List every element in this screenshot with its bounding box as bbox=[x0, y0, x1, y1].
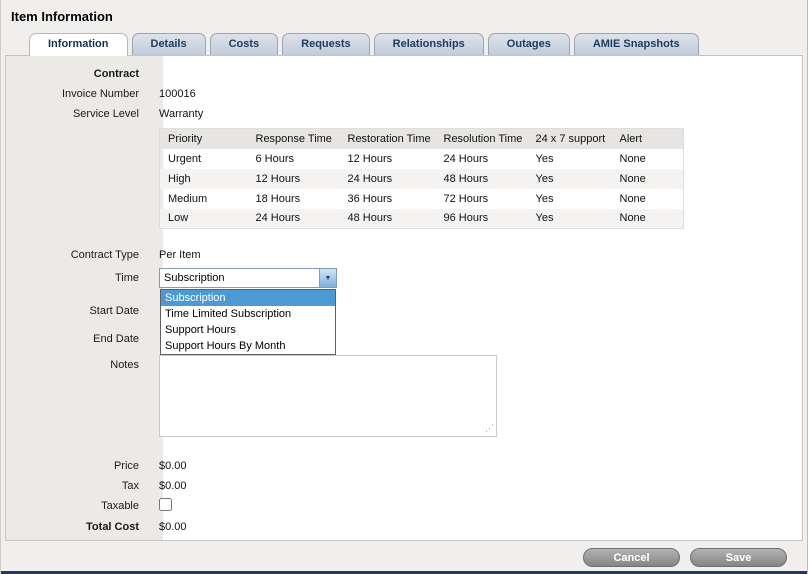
notes-row: Notes ⋰ bbox=[6, 355, 802, 440]
tax-value: $0.00 bbox=[151, 480, 187, 492]
contract-type-label: Contract Type bbox=[6, 249, 151, 261]
item-information-window: Item Information Information Details Cos… bbox=[0, 0, 808, 574]
table-cell: 24 Hours bbox=[248, 209, 340, 229]
content-panel: Contract Invoice Number 100016 Service L… bbox=[5, 55, 803, 541]
table-cell: Yes bbox=[528, 149, 612, 169]
dropdown-option-support-hours-by-month[interactable]: Support Hours By Month bbox=[161, 338, 335, 354]
col-header-restoration-time: Restoration Time bbox=[340, 129, 436, 149]
invoice-number-label: Invoice Number bbox=[6, 88, 151, 100]
tab-amie-snapshots[interactable]: AMIE Snapshots bbox=[574, 33, 699, 55]
service-level-label: Service Level bbox=[6, 108, 151, 120]
time-select-value: Subscription bbox=[160, 272, 319, 284]
tax-label: Tax bbox=[6, 480, 151, 492]
table-cell: 72 Hours bbox=[436, 189, 528, 209]
section-heading-row: Contract bbox=[6, 64, 802, 84]
dropdown-option-support-hours[interactable]: Support Hours bbox=[161, 322, 335, 338]
dropdown-option-time-limited-subscription[interactable]: Time Limited Subscription bbox=[161, 306, 335, 322]
table-cell: Yes bbox=[528, 169, 612, 189]
contract-section-label: Contract bbox=[6, 68, 151, 80]
table-cell: 12 Hours bbox=[248, 169, 340, 189]
contract-type-row: Contract Type Per Item bbox=[6, 245, 802, 265]
table-cell: 36 Hours bbox=[340, 189, 436, 209]
tab-costs[interactable]: Costs bbox=[210, 33, 279, 55]
invoice-number-value: 100016 bbox=[151, 88, 196, 100]
taxable-row: Taxable bbox=[6, 496, 802, 516]
dropdown-option-subscription[interactable]: Subscription bbox=[161, 290, 335, 306]
total-cost-label: Total Cost bbox=[6, 521, 151, 533]
table-cell: None bbox=[612, 149, 684, 169]
time-label: Time bbox=[6, 272, 151, 284]
table-cell: None bbox=[612, 189, 684, 209]
time-row: Time Subscription ▼ Subscription Time Li… bbox=[6, 267, 802, 289]
notes-label: Notes bbox=[6, 355, 151, 371]
col-header-response-time: Response Time bbox=[248, 129, 340, 149]
notes-textarea[interactable] bbox=[159, 355, 497, 437]
table-cell: 24 Hours bbox=[436, 149, 528, 169]
cancel-button[interactable]: Cancel bbox=[583, 548, 680, 567]
price-row: Price $0.00 bbox=[6, 456, 802, 476]
invoice-number-row: Invoice Number 100016 bbox=[6, 84, 802, 104]
tab-requests[interactable]: Requests bbox=[282, 33, 370, 55]
table-cell: 24 Hours bbox=[340, 169, 436, 189]
price-value: $0.00 bbox=[151, 460, 187, 472]
table-row-high: High 12 Hours 24 Hours 48 Hours Yes None bbox=[160, 169, 684, 189]
table-cell: None bbox=[612, 169, 684, 189]
start-date-label: Start Date bbox=[6, 305, 151, 317]
service-level-row: Service Level Warranty bbox=[6, 104, 802, 124]
table-cell: 18 Hours bbox=[248, 189, 340, 209]
taxable-label: Taxable bbox=[6, 500, 151, 512]
tab-relationships[interactable]: Relationships bbox=[374, 33, 484, 55]
service-level-table: Priority Response Time Restoration Time … bbox=[159, 128, 684, 229]
sla-table-row: Priority Response Time Restoration Time … bbox=[6, 128, 802, 229]
time-dropdown-list: Subscription Time Limited Subscription S… bbox=[160, 289, 336, 355]
table-row-low: Low 24 Hours 48 Hours 96 Hours Yes None bbox=[160, 209, 684, 229]
time-select[interactable]: Subscription ▼ Subscription Time Limited… bbox=[159, 268, 337, 288]
end-date-label: End Date bbox=[6, 333, 151, 345]
total-cost-value: $0.00 bbox=[151, 521, 187, 533]
contract-type-value: Per Item bbox=[151, 249, 201, 261]
save-button[interactable]: Save bbox=[690, 548, 787, 567]
taxable-checkbox[interactable] bbox=[159, 498, 172, 511]
table-cell: High bbox=[160, 169, 248, 189]
table-cell: Yes bbox=[528, 189, 612, 209]
col-header-resolution-time: Resolution Time bbox=[436, 129, 528, 149]
table-header-row: Priority Response Time Restoration Time … bbox=[160, 129, 684, 149]
chevron-down-icon[interactable]: ▼ bbox=[319, 269, 336, 287]
col-header-priority: Priority bbox=[160, 129, 248, 149]
table-cell: Urgent bbox=[160, 149, 248, 169]
table-cell: 48 Hours bbox=[436, 169, 528, 189]
table-cell: 96 Hours bbox=[436, 209, 528, 229]
tax-row: Tax $0.00 bbox=[6, 476, 802, 496]
tab-bar: Information Details Costs Requests Relat… bbox=[1, 31, 807, 55]
table-cell: None bbox=[612, 209, 684, 229]
table-cell: 48 Hours bbox=[340, 209, 436, 229]
total-cost-row: Total Cost $0.00 bbox=[6, 516, 802, 538]
price-label: Price bbox=[6, 460, 151, 472]
tab-outages[interactable]: Outages bbox=[488, 33, 570, 55]
table-cell: Low bbox=[160, 209, 248, 229]
end-date-row: End Date bbox=[6, 329, 802, 349]
col-header-alert: Alert bbox=[612, 129, 684, 149]
action-button-bar: Cancel Save bbox=[1, 541, 807, 567]
table-cell: Medium bbox=[160, 189, 248, 209]
tab-information[interactable]: Information bbox=[29, 33, 128, 56]
table-cell: Yes bbox=[528, 209, 612, 229]
start-date-row: Start Date bbox=[6, 301, 802, 321]
col-header-24x7-support: 24 x 7 support bbox=[528, 129, 612, 149]
tab-details[interactable]: Details bbox=[132, 33, 206, 55]
table-row-urgent: Urgent 6 Hours 12 Hours 24 Hours Yes Non… bbox=[160, 149, 684, 169]
table-cell: 12 Hours bbox=[340, 149, 436, 169]
service-level-value: Warranty bbox=[151, 108, 203, 120]
table-cell: 6 Hours bbox=[248, 149, 340, 169]
page-title: Item Information bbox=[1, 0, 807, 31]
table-row-medium: Medium 18 Hours 36 Hours 72 Hours Yes No… bbox=[160, 189, 684, 209]
